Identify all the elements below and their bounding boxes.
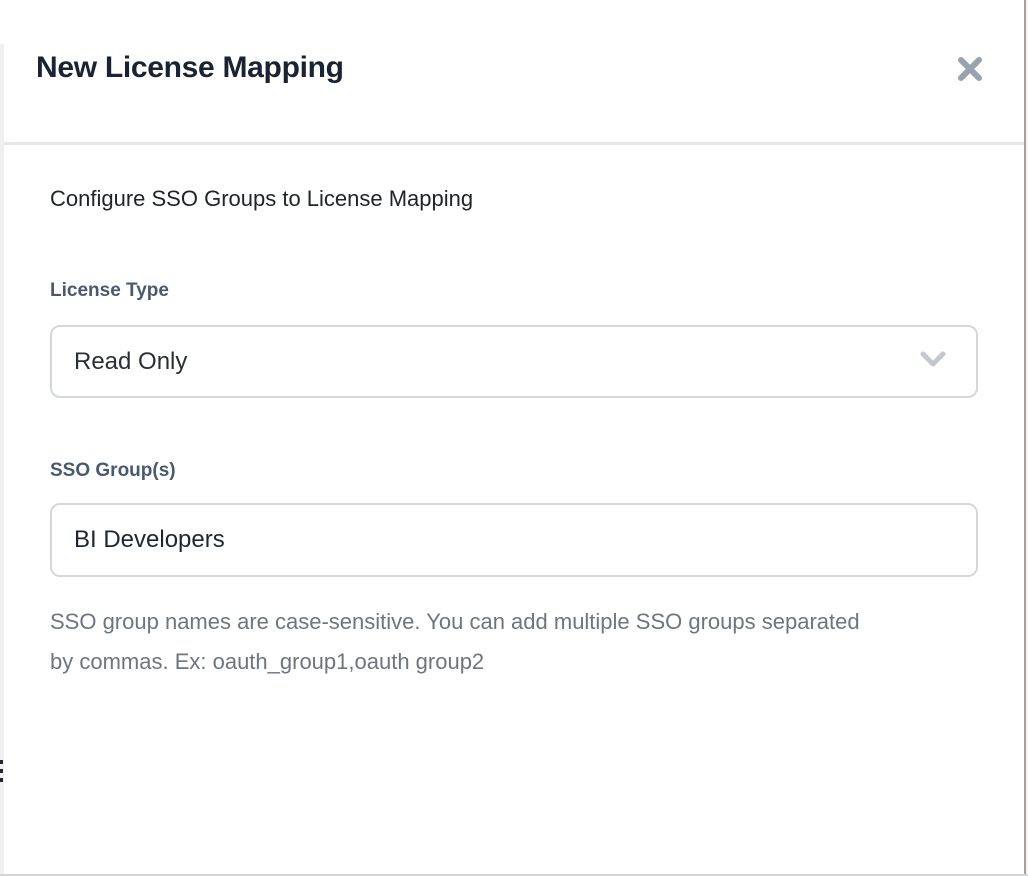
modal-title: New License Mapping (36, 51, 344, 85)
chevron-down-icon (918, 349, 948, 374)
close-icon (955, 54, 985, 87)
screen: New License Mapping Configure SSO Groups… (0, 0, 1028, 876)
license-type-select[interactable]: Read Only (50, 325, 978, 398)
background-list-icon-fragment (0, 778, 3, 782)
sso-groups-input[interactable] (50, 503, 978, 577)
sso-groups-help-text: SSO group names are case-sensitive. You … (50, 602, 870, 682)
background-list-icon-fragment (0, 760, 3, 764)
license-type-selected-value: Read Only (74, 348, 187, 376)
header-divider (4, 142, 1024, 145)
section-heading: Configure SSO Groups to License Mapping (50, 186, 473, 212)
sso-groups-label: SSO Group(s) (50, 460, 176, 482)
close-button[interactable] (950, 50, 990, 90)
license-type-label: License Type (50, 280, 169, 302)
new-license-mapping-modal: New License Mapping Configure SSO Groups… (4, 0, 1024, 874)
background-list-icon-fragment (0, 769, 3, 773)
